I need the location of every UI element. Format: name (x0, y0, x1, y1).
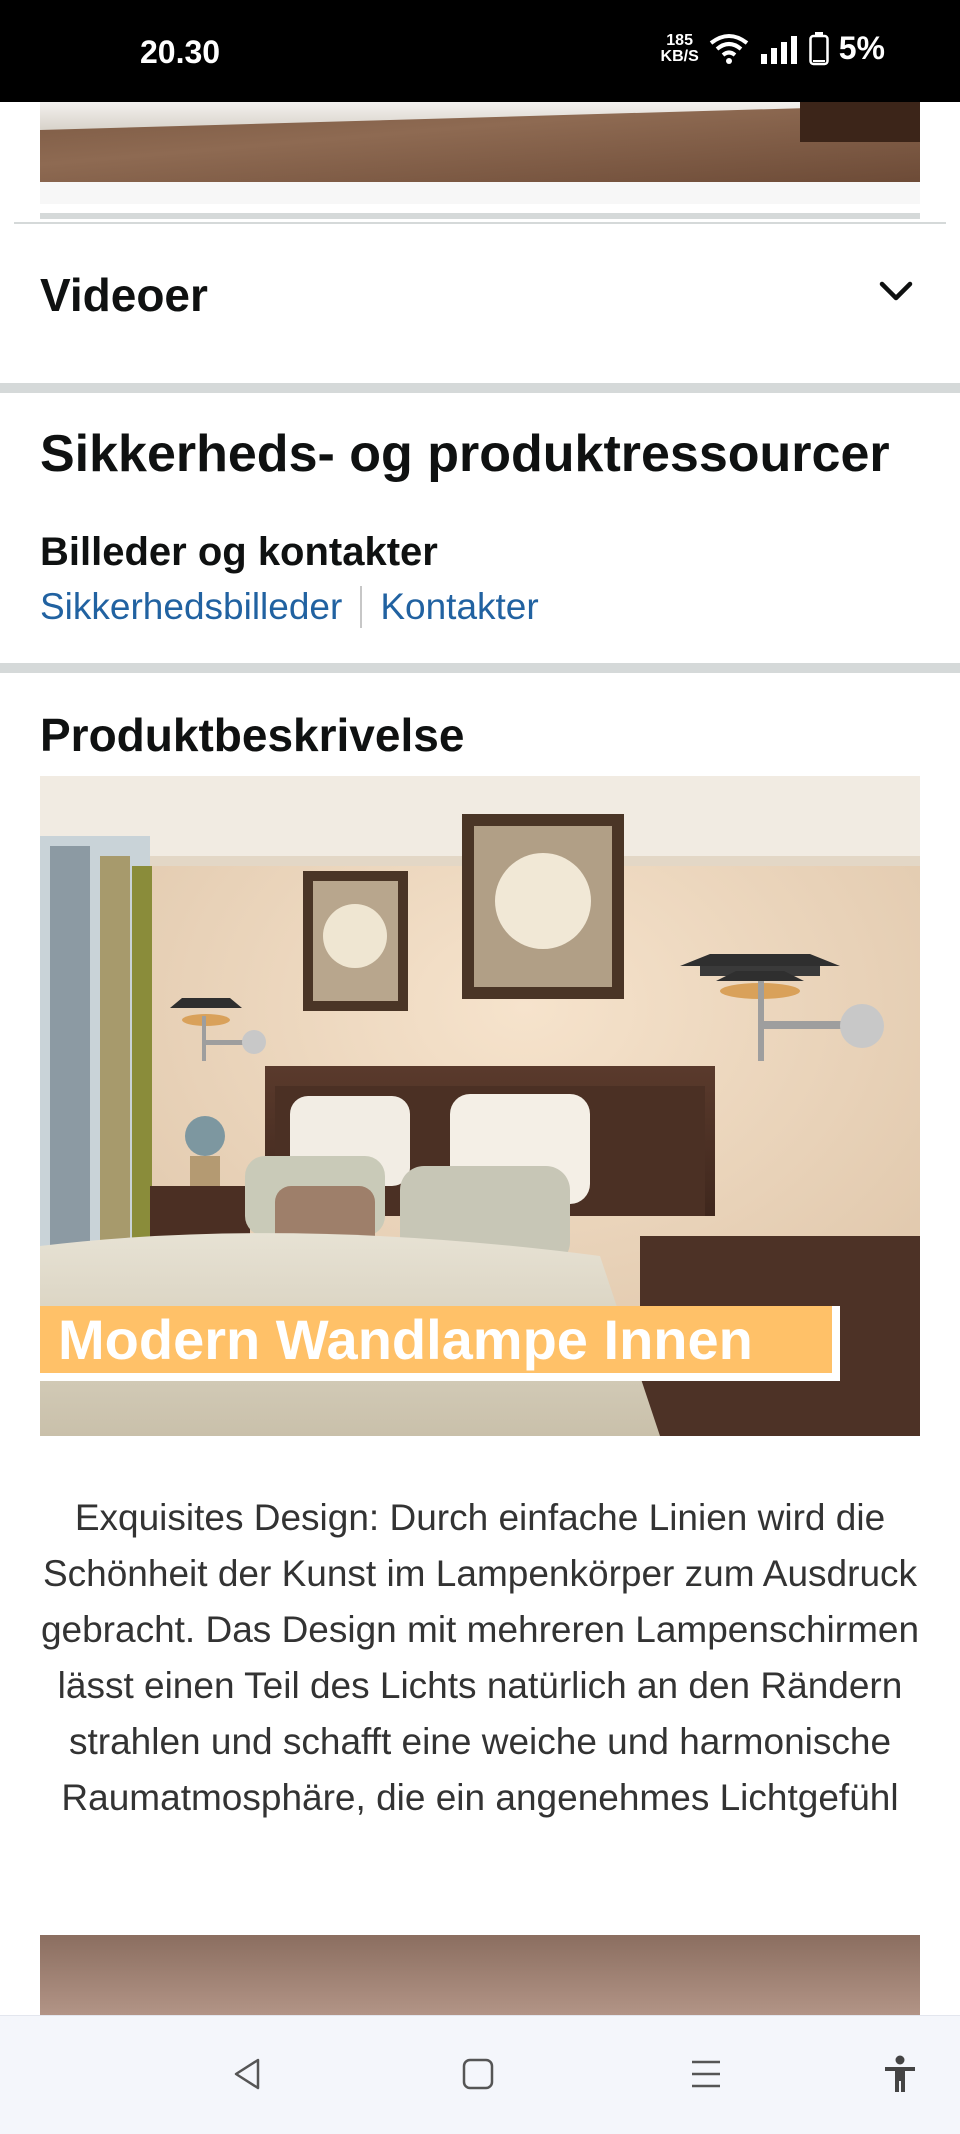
image-carousel-footer (40, 182, 920, 204)
previous-product-image[interactable] (40, 102, 920, 182)
battery-percent: 5% (838, 30, 885, 66)
system-navigation-bar (0, 2015, 960, 2134)
network-speed-value: 185 (666, 31, 693, 49)
section-separator (0, 663, 960, 673)
product-description-title: Produktbeskrivelse (40, 709, 465, 761)
next-product-image[interactable] (40, 1935, 920, 2015)
image-wall-strip (40, 102, 920, 130)
product-description-text: Exquisites Design: Durch einfache Linien… (40, 1497, 920, 1818)
battery-icon (809, 31, 829, 65)
safety-links: Sikkerhedsbilleder Kontakter (40, 586, 539, 628)
safety-resources-title: Sikkerheds- og produktressourcer (40, 425, 890, 483)
product-image-bedroom[interactable]: Modern Wandlampe Innen (40, 776, 920, 1436)
signal-icon (760, 35, 797, 64)
back-icon[interactable] (228, 2054, 268, 2094)
videos-title[interactable]: Videoer (40, 268, 208, 322)
chevron-down-icon[interactable] (878, 276, 914, 306)
section-separator (0, 383, 960, 393)
status-icons: 185 KB/S 5% (661, 30, 885, 67)
contacts-link[interactable]: Kontakter (380, 586, 538, 628)
accessibility-icon[interactable] (880, 2054, 920, 2094)
image-banner: Modern Wandlampe Innen (40, 1306, 840, 1381)
network-speed-unit: KB/S (660, 47, 699, 65)
recents-icon[interactable] (686, 2054, 726, 2094)
home-icon[interactable] (458, 2054, 498, 2094)
safety-resources-subtitle: Billeder og kontakter (40, 530, 438, 574)
carousel-divider (40, 213, 920, 219)
image-furniture-strip (800, 102, 920, 142)
section-divider (14, 222, 946, 224)
status-bar: 20.30 185 KB/S 5% (0, 0, 960, 102)
status-time: 20.30 (140, 34, 221, 70)
link-separator (360, 586, 363, 628)
wifi-icon (709, 33, 748, 64)
safety-images-link[interactable]: Sikkerhedsbilleder (40, 586, 342, 628)
network-speed: 185 KB/S (660, 31, 699, 65)
